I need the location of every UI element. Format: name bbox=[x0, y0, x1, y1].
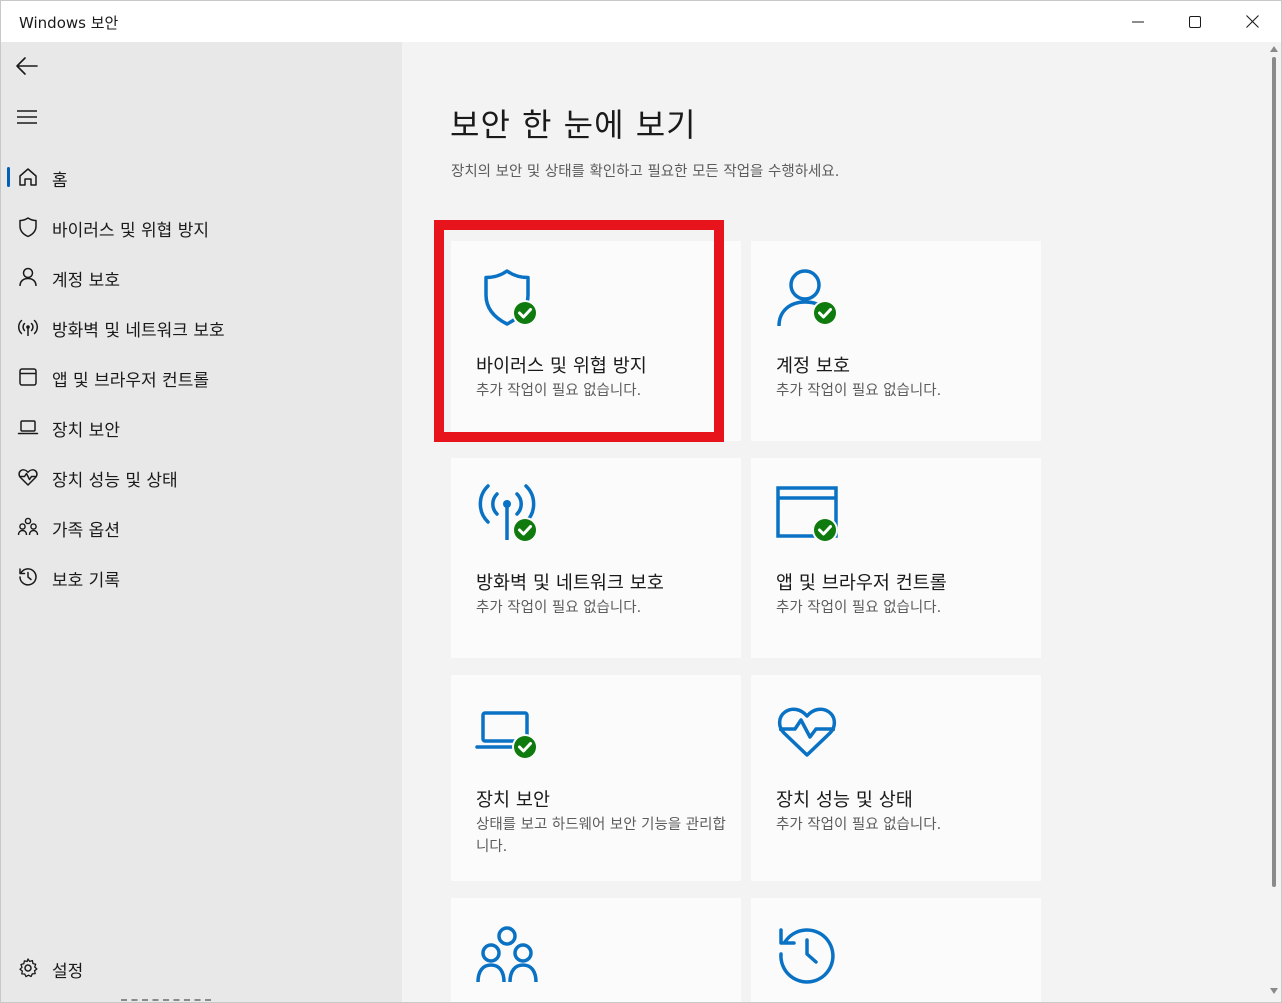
person-check-icon bbox=[777, 269, 838, 327]
card-status: 추가 작업이 필요 없습니다. bbox=[776, 817, 942, 833]
wifi-check-icon bbox=[478, 484, 538, 543]
card-app-browser-control[interactable]: 앱 및 브라우저 컨트롤 추가 작업이 필요 없습니다. bbox=[751, 458, 1041, 658]
sidebar-item-label: 앱 및 브라우저 컨트롤 bbox=[52, 371, 209, 391]
minimize-button[interactable] bbox=[1110, 1, 1166, 42]
family-icon bbox=[476, 926, 538, 983]
card-status: 추가 작업이 필요 없습니다. bbox=[776, 600, 942, 616]
main-content: 보안 한 눈에 보기 장치의 보안 및 상태를 확인하고 필요한 모든 작업을 … bbox=[402, 42, 1281, 1002]
family-icon bbox=[17, 517, 39, 536]
history-icon bbox=[779, 928, 835, 984]
card-account-protection[interactable]: 계정 보호 추가 작업이 필요 없습니다. bbox=[751, 241, 1041, 441]
scroll-up-arrow-icon[interactable] bbox=[1270, 45, 1278, 53]
heart-pulse-icon bbox=[18, 469, 38, 486]
windows-security-window: Windows 보안 홈 바이러스 및 위협 방지 계정 보호 방화벽 및 네트… bbox=[0, 0, 1282, 1003]
highlight-annotation bbox=[434, 220, 724, 442]
sidebar-item-protection-history[interactable]: 보호 기록 bbox=[5, 555, 397, 599]
navigation-sidebar: 홈 바이러스 및 위협 방지 계정 보호 방화벽 및 네트워크 보호 앱 및 브… bbox=[1, 42, 402, 1002]
card-status: 상태를 보고 하드웨어 보안 기능을 관리합니다. bbox=[476, 817, 726, 855]
sidebar-item-home[interactable]: 홈 bbox=[5, 155, 397, 199]
page-title: 보안 한 눈에 보기 bbox=[450, 106, 697, 144]
sidebar-item-device-security[interactable]: 장치 보안 bbox=[5, 405, 397, 449]
close-icon bbox=[1245, 15, 1259, 28]
card-device-security[interactable]: 장치 보안 상태를 보고 하드웨어 보안 기능을 관리합니다. bbox=[451, 675, 741, 881]
sidebar-item-label: 계정 보호 bbox=[52, 271, 120, 291]
vertical-scrollbar-thumb[interactable] bbox=[1272, 57, 1276, 887]
gear-icon bbox=[19, 958, 38, 978]
sidebar-item-family-options[interactable]: 가족 옵션 bbox=[5, 505, 397, 549]
window-title: Windows 보안 bbox=[19, 14, 119, 32]
card-device-performance[interactable]: 장치 성능 및 상태 추가 작업이 필요 없습니다. bbox=[751, 675, 1041, 881]
menu-button[interactable] bbox=[7, 97, 47, 137]
browser-window-icon bbox=[19, 368, 37, 386]
card-family-options[interactable] bbox=[451, 898, 741, 1002]
maximize-icon bbox=[1189, 15, 1201, 28]
sidebar-item-label: 보호 기록 bbox=[52, 571, 120, 591]
browser-check-icon bbox=[776, 486, 838, 543]
back-button[interactable] bbox=[7, 46, 47, 86]
card-title: 계정 보호 bbox=[776, 356, 850, 377]
sidebar-item-label: 바이러스 및 위협 방지 bbox=[52, 221, 209, 241]
sidebar-item-label: 가족 옵션 bbox=[52, 521, 120, 541]
heart-pulse-icon bbox=[777, 707, 837, 757]
sidebar-item-virus-protection[interactable]: 바이러스 및 위협 방지 bbox=[5, 205, 397, 249]
active-indicator bbox=[7, 167, 10, 187]
card-title: 방화벽 및 네트워크 보호 bbox=[476, 573, 664, 594]
shield-icon bbox=[19, 217, 37, 238]
home-icon bbox=[19, 168, 37, 186]
sidebar-item-label: 장치 성능 및 상태 bbox=[52, 471, 178, 491]
sidebar-item-label: 홈 bbox=[52, 171, 68, 191]
title-bar: Windows 보안 bbox=[1, 1, 1281, 42]
hamburger-menu-icon bbox=[17, 110, 37, 124]
sidebar-item-label: 방화벽 및 네트워크 보호 bbox=[52, 321, 225, 341]
card-title: 앱 및 브라우저 컨트롤 bbox=[776, 573, 947, 594]
laptop-icon bbox=[17, 420, 39, 435]
sidebar-item-device-performance[interactable]: 장치 성능 및 상태 bbox=[5, 455, 397, 499]
page-subtitle: 장치의 보안 및 상태를 확인하고 필요한 모든 작업을 수행하세요. bbox=[451, 164, 840, 180]
history-icon bbox=[19, 568, 37, 586]
scroll-hint-divider bbox=[121, 999, 211, 1001]
card-status: 추가 작업이 필요 없습니다. bbox=[476, 600, 642, 616]
sidebar-item-label: 장치 보안 bbox=[52, 421, 120, 441]
person-icon bbox=[19, 267, 37, 287]
laptop-check-icon bbox=[475, 711, 538, 760]
card-title: 장치 보안 bbox=[476, 790, 550, 811]
card-protection-history[interactable] bbox=[751, 898, 1041, 1002]
close-button[interactable] bbox=[1224, 1, 1280, 42]
card-firewall[interactable]: 방화벽 및 네트워크 보호 추가 작업이 필요 없습니다. bbox=[451, 458, 741, 658]
sidebar-item-app-browser-control[interactable]: 앱 및 브라우저 컨트롤 bbox=[5, 355, 397, 399]
sidebar-item-firewall[interactable]: 방화벽 및 네트워크 보호 bbox=[5, 305, 397, 349]
wifi-signal-icon bbox=[17, 319, 39, 336]
sidebar-item-label: 설정 bbox=[52, 962, 84, 982]
back-arrow-icon bbox=[16, 57, 38, 75]
card-title: 장치 성능 및 상태 bbox=[776, 790, 913, 811]
sidebar-item-settings[interactable]: 설정 bbox=[5, 946, 397, 990]
card-status: 추가 작업이 필요 없습니다. bbox=[776, 383, 942, 399]
maximize-button[interactable] bbox=[1167, 1, 1223, 42]
minimize-icon bbox=[1132, 21, 1144, 22]
scroll-down-arrow-icon[interactable] bbox=[1270, 987, 1278, 995]
sidebar-item-account-protection[interactable]: 계정 보호 bbox=[5, 255, 397, 299]
